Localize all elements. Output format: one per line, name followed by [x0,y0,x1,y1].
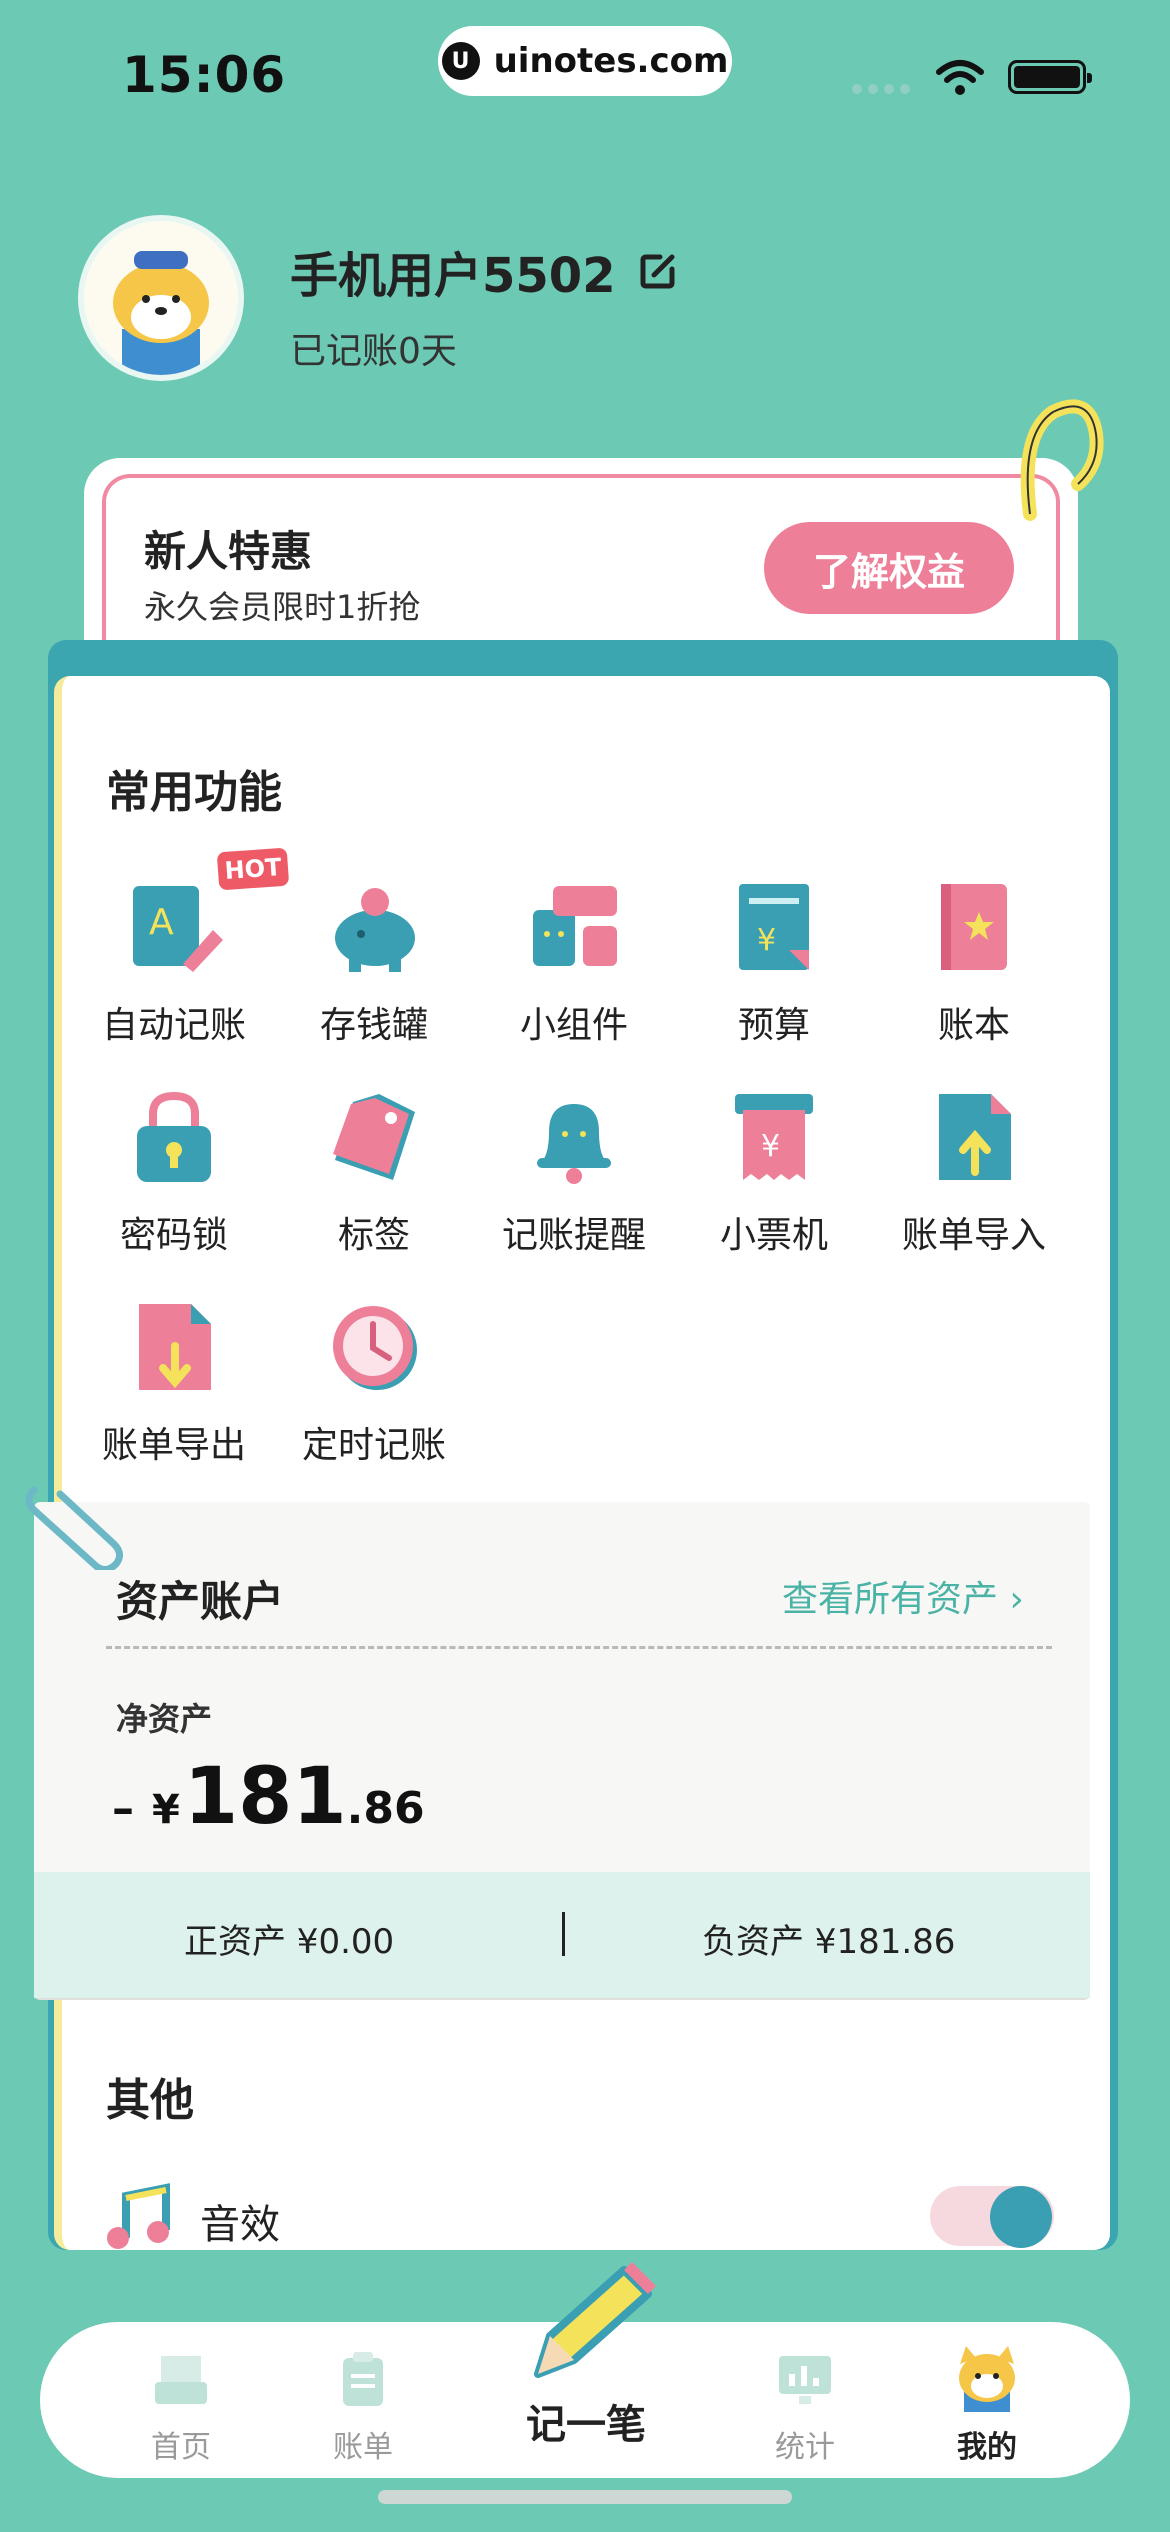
export-icon [139,1304,211,1390]
bell-icon [537,1104,611,1184]
svg-text:A: A [149,902,174,943]
username[interactable]: 手机用户5502 [290,236,678,306]
other-title: 其他 [106,2075,194,2126]
tag-icon [333,1094,415,1180]
summary-separator [562,1912,565,1956]
svg-text:¥: ¥ [757,923,776,958]
feature-tag[interactable]: 标签 [274,1082,474,1258]
record-button-label[interactable]: 记一笔 [526,2392,646,2450]
svg-text:¥: ¥ [761,1129,780,1164]
net-assets-value: – ¥ 181 .86 [112,1752,425,1842]
pencil-record-icon[interactable] [520,2256,660,2386]
edit-icon[interactable] [638,251,678,291]
home-receipt-icon [155,2356,207,2404]
shiba-tab-icon [959,2346,1015,2412]
music-note-icon [107,2183,170,2249]
sound-effect-toggle[interactable] [930,2186,1054,2248]
feature-auto-record[interactable]: A 自动记账 [74,872,274,1048]
tab-stats[interactable]: 统计 [740,2348,870,2466]
uinotes-logo-icon: U [441,42,480,80]
feature-widget[interactable]: 小组件 [474,872,674,1048]
home-indicator [378,2490,792,2504]
negative-assets: 负资产 ¥181.86 [702,1922,956,1962]
assets-title: 资产账户 [116,1577,285,1626]
tab-bill[interactable]: 账单 [298,2348,428,2466]
import-icon [939,1094,1011,1180]
feature-bill-import[interactable]: 账单导入 [874,1082,1074,1258]
padlock-icon [137,1091,211,1182]
net-assets-label: 净资产 [116,1700,213,1738]
auto-record-icon: A [133,886,223,972]
feature-reminder[interactable]: 记账提醒 [474,1082,674,1258]
paper-clip-icon [25,1486,123,1570]
sound-effect-label: 音效 [200,2202,280,2248]
receipt-icon: ¥ [735,1094,813,1180]
positive-assets: 正资产 ¥0.00 [184,1922,395,1962]
battery-icon [1008,60,1092,94]
budget-icon: ¥ [739,884,809,970]
clipboard-icon [343,2352,383,2406]
promo-title: 新人特惠 [144,527,313,576]
avatar[interactable] [78,215,244,381]
feature-scheduled-record[interactable]: 定时记账 [274,1292,474,1468]
common-functions-title: 常用功能 [106,767,282,818]
wifi-icon [936,60,984,95]
tab-home[interactable]: 首页 [116,2348,246,2466]
piggy-bank-icon [335,888,415,972]
view-all-assets-link[interactable]: 查看所有资产 › [782,1570,1024,1622]
feature-piggy-bank[interactable]: 存钱罐 [274,872,474,1048]
feature-receipt-printer[interactable]: ¥ 小票机 [674,1082,874,1258]
url-text: uinotes.com [493,41,729,81]
status-time: 15:06 [122,46,287,104]
record-days-label: 已记账0天 [290,331,457,372]
widget-icon [533,886,617,966]
learn-benefits-button[interactable]: 了解权益 [764,522,1014,614]
cellular-signal-icon [852,84,910,94]
dashed-divider [106,1646,1052,1649]
feature-bill-export[interactable]: 账单导出 [74,1292,274,1468]
clock-icon [333,1306,417,1390]
shiba-avatar-icon [84,221,238,375]
monitor-chart-icon [779,2356,831,2404]
ledger-book-icon [941,884,1007,970]
feature-padlock[interactable]: 密码锁 [74,1082,274,1258]
feature-budget[interactable]: ¥ 预算 [674,872,874,1048]
tab-mine[interactable]: 我的 [922,2340,1052,2466]
promo-subtitle: 永久会员限时1折抢 [144,588,421,626]
username-text: 手机用户5502 [290,248,616,304]
feature-ledger[interactable]: 账本 [874,872,1074,1048]
url-pill: U uinotes.com [438,26,732,96]
hanging-hook-icon [1020,399,1104,521]
